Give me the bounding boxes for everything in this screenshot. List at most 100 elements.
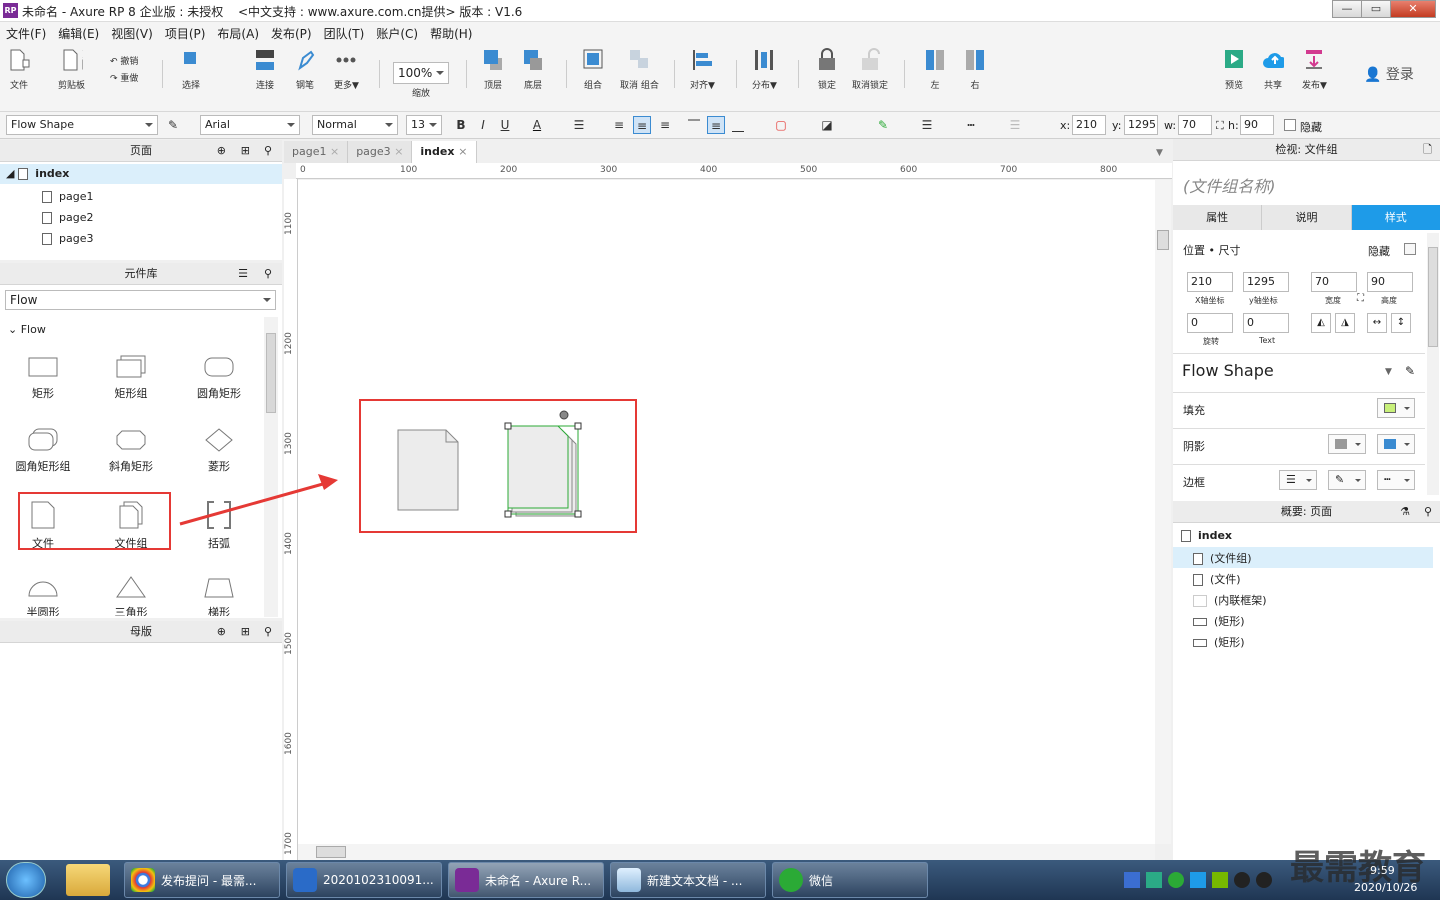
tab-notes[interactable]: 说明	[1262, 205, 1352, 230]
resize-handle[interactable]	[504, 422, 512, 430]
x-input[interactable]: 210	[1072, 115, 1106, 135]
taskbar-axure[interactable]: 未命名 - Axure R...	[448, 862, 604, 898]
underline-button[interactable]: U	[496, 116, 514, 134]
menu-view[interactable]: 视图(V)	[105, 25, 159, 42]
rotate-handle[interactable]	[559, 410, 569, 420]
clipboard-button[interactable]: 剪贴板	[58, 48, 85, 91]
taskbar-video[interactable]: 2020102310091...	[286, 862, 442, 898]
search-icon[interactable]: ⚲	[264, 140, 272, 162]
bold-button[interactable]: B	[452, 116, 470, 134]
search-icon[interactable]: ⚲	[264, 621, 272, 643]
x-coordinate-input[interactable]: 210	[1187, 272, 1233, 292]
filter-icon[interactable]: ⚗	[1400, 501, 1410, 523]
outline-item-rect-1[interactable]: (矩形)	[1193, 613, 1245, 629]
y-input[interactable]: 1295	[1124, 115, 1158, 135]
align-left-button[interactable]: 左	[924, 48, 946, 91]
font-weight-select[interactable]: Normal	[312, 115, 398, 135]
menu-team[interactable]: 团队(T)	[318, 25, 371, 42]
text-rotation-input[interactable]: 0	[1243, 313, 1289, 333]
resize-handle[interactable]	[574, 422, 582, 430]
library-select[interactable]: Flow	[5, 290, 276, 310]
style-edit-icon[interactable]: ✎	[164, 116, 182, 134]
undo-button[interactable]: ↶ 撤销	[110, 54, 138, 67]
taskbar-wechat[interactable]: 微信	[772, 862, 928, 898]
notes-icon[interactable]: 🗋	[1423, 139, 1432, 161]
search-icon[interactable]: ⚲	[1424, 501, 1432, 523]
lib-item-semicircle[interactable]: 半圆形	[3, 576, 83, 616]
minimize-button[interactable]: —	[1332, 0, 1362, 18]
valign-middle-icon[interactable]: ≡	[707, 116, 725, 134]
tab-style[interactable]: 样式	[1351, 205, 1440, 230]
menu-publish[interactable]: 发布(P)	[265, 25, 318, 42]
zoom-select[interactable]: 100%	[393, 62, 449, 84]
menu-help[interactable]: 帮助(H)	[424, 25, 478, 42]
width-input[interactable]: 70	[1311, 272, 1357, 292]
resize-handle[interactable]	[574, 510, 582, 518]
add-folder-icon[interactable]: ⊞	[241, 621, 250, 643]
hide-checkbox[interactable]	[1284, 119, 1296, 131]
shield-icon[interactable]	[1190, 872, 1206, 888]
login-button[interactable]: 👤 登录	[1364, 64, 1414, 84]
align-right-text-icon[interactable]: ≡	[656, 116, 674, 134]
fill-color-icon[interactable]: ▢	[772, 116, 790, 134]
lib-item-round-rect-group[interactable]: 圆角矩形组	[3, 428, 83, 474]
clock-date[interactable]: 2020/10/26	[1354, 881, 1417, 894]
document-group-shape[interactable]	[507, 425, 577, 517]
taskbar-chrome[interactable]: 发布提问 - 最需...	[124, 862, 280, 898]
add-page-icon[interactable]: ⊕	[217, 140, 226, 162]
canvas-vscroll[interactable]	[1155, 180, 1171, 844]
tabs-dropdown-icon[interactable]: ▼	[1156, 148, 1163, 158]
bullet-list-icon[interactable]: ☰	[570, 116, 588, 134]
height-input[interactable]: 90	[1367, 272, 1413, 292]
menu-layout[interactable]: 布局(A)	[211, 25, 265, 42]
qq-icon[interactable]	[1256, 872, 1272, 888]
aspect-lock-icon[interactable]: ⛶	[1216, 119, 1224, 133]
lib-item-bevel-rect[interactable]: 斜角矩形	[91, 428, 171, 474]
fill-color-picker[interactable]	[1377, 398, 1415, 418]
send-to-bottom-button[interactable]: 底层	[522, 48, 544, 91]
tab-page1[interactable]: page1 ×	[284, 141, 349, 163]
valign-bottom-icon[interactable]: ⎽	[729, 116, 747, 134]
outline-item-index[interactable]: index	[1181, 529, 1232, 542]
select-button[interactable]: 选择	[180, 48, 202, 91]
y-coordinate-input[interactable]: 1295	[1243, 272, 1289, 292]
fit-width-icon[interactable]: ↔	[1367, 313, 1387, 333]
tray-app-icon[interactable]	[1146, 872, 1162, 888]
hide-checkbox[interactable]	[1404, 243, 1416, 255]
menu-file[interactable]: 文件(F)	[0, 25, 52, 42]
resize-handle[interactable]	[504, 510, 512, 518]
fit-height-icon[interactable]: ↕	[1391, 313, 1411, 333]
lib-item-rect[interactable]: 矩形	[3, 355, 83, 401]
inspector-scrollbar[interactable]	[1427, 233, 1439, 495]
maximize-button[interactable]: ▭	[1361, 0, 1391, 18]
tray-wechat-icon[interactable]	[1168, 872, 1184, 888]
tab-page3[interactable]: page3 ×	[348, 141, 413, 163]
hscroll-thumb[interactable]	[316, 846, 346, 858]
tab-index[interactable]: index ×	[412, 141, 477, 163]
menu-project[interactable]: 项目(P)	[159, 25, 212, 42]
line-width-icon[interactable]: ☰	[918, 116, 936, 134]
scroll-thumb[interactable]	[1428, 247, 1438, 347]
widget-name-input[interactable]: (文件组名称)	[1183, 173, 1276, 197]
page-item-index[interactable]: ◢ index	[0, 164, 282, 184]
italic-button[interactable]: I	[474, 116, 492, 134]
menu-account[interactable]: 账户(C)	[370, 25, 424, 42]
redo-button[interactable]: ↷ 重做	[110, 71, 138, 84]
align-button[interactable]: 对齐▼	[690, 48, 715, 91]
tab-properties[interactable]: 属性	[1173, 205, 1263, 230]
align-left-text-icon[interactable]: ≡	[610, 116, 628, 134]
outer-shadow-picker[interactable]	[1328, 434, 1366, 454]
start-button[interactable]	[6, 862, 46, 898]
border-width-picker[interactable]: ☰	[1279, 470, 1317, 490]
preview-button[interactable]: 预览	[1223, 48, 1245, 91]
ime-icon[interactable]	[1124, 872, 1140, 888]
add-folder-icon[interactable]: ⊞	[241, 140, 250, 162]
publish-button[interactable]: 发布▼	[1302, 48, 1327, 91]
font-color-button[interactable]: A	[528, 116, 546, 134]
arrow-style-icon[interactable]: ☰	[1006, 116, 1024, 134]
page-item-page3[interactable]: page3	[42, 232, 93, 245]
font-size-select[interactable]: 13	[406, 115, 442, 135]
lib-item-rect-group[interactable]: 矩形组	[91, 355, 171, 401]
close-icon[interactable]: ×	[330, 145, 339, 158]
h-input[interactable]: 90	[1240, 115, 1274, 135]
